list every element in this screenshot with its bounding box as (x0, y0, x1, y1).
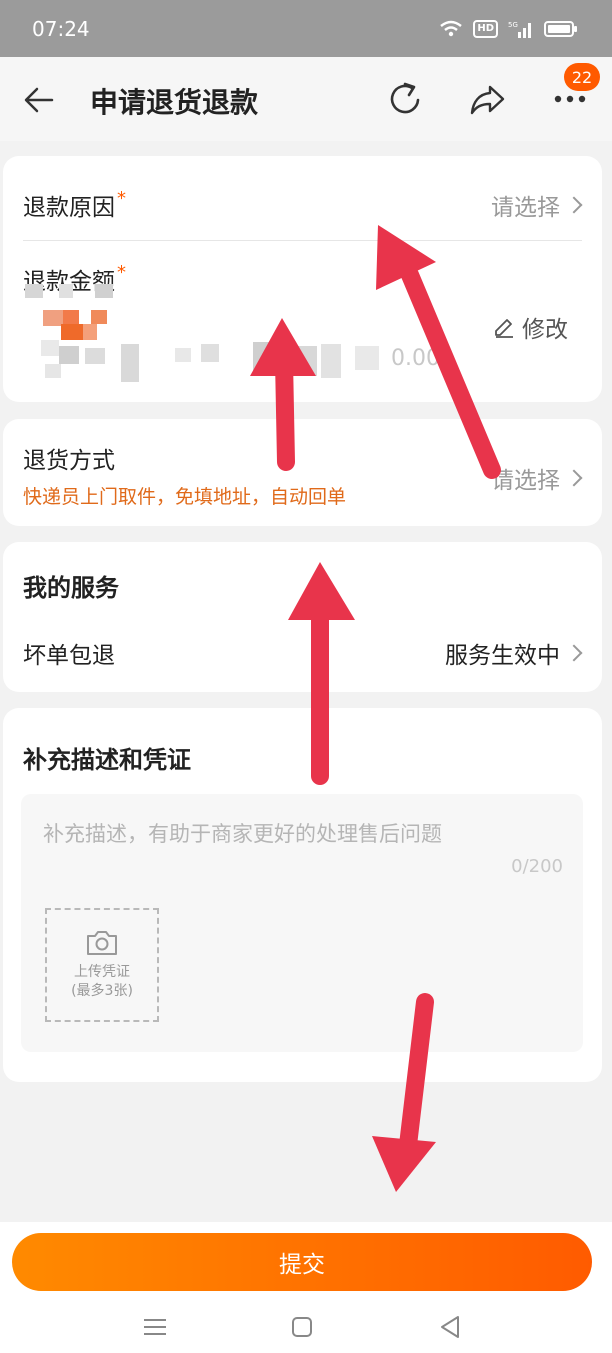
upload-proof-button[interactable]: 上传凭证 (最多3张) (45, 908, 159, 1022)
return-method-value: 请选择 (491, 468, 560, 494)
home-icon[interactable] (287, 1312, 317, 1342)
upload-proof-label: 上传凭证 (74, 964, 130, 980)
back-arrow-icon[interactable] (22, 83, 56, 117)
chevron-right-icon (565, 196, 583, 214)
hd-icon: HD (473, 19, 498, 38)
return-method-label: 退货方式 (23, 448, 115, 474)
system-nav-bar (0, 1300, 612, 1353)
chevron-right-icon (565, 644, 583, 662)
edit-amount-label: 修改 (522, 317, 568, 343)
my-service-card: 我的服务 坏单包退 服务生效中 (3, 542, 602, 692)
description-placeholder: 补充描述，有助于商家更好的处理售后问题 (43, 822, 442, 846)
message-count-badge: 22 (564, 63, 600, 91)
service-item-value: 服务生效中 (445, 643, 560, 669)
refund-amount-value: 0.00 (391, 346, 440, 371)
return-method-select[interactable]: 请选择 (491, 461, 583, 495)
status-icons: HD 5G (439, 19, 578, 38)
description-card: 补充描述和凭证 补充描述，有助于商家更好的处理售后问题 0/200 上传凭证 (… (3, 708, 602, 1082)
wifi-icon (440, 20, 463, 36)
edit-icon (495, 319, 513, 338)
back-triangle-icon[interactable] (436, 1312, 466, 1342)
menu-icon[interactable] (140, 1312, 170, 1342)
my-service-title: 我的服务 (23, 574, 119, 602)
signal-icon: 5G (508, 21, 531, 38)
upload-limit-label: (最多3张) (71, 983, 133, 999)
description-textarea[interactable]: 补充描述，有助于商家更好的处理售后问题 0/200 上传凭证 (最多3张) (21, 794, 583, 1052)
edit-amount-button[interactable]: 修改 (492, 310, 568, 344)
return-method-hint: 快递员上门取件，免填地址，自动回单 (23, 486, 347, 508)
submit-bar: 提交 (0, 1222, 612, 1300)
top-nav-bar: 申请退货退款 22 (0, 57, 612, 141)
description-title: 补充描述和凭证 (23, 746, 191, 774)
divider (23, 240, 582, 241)
chevron-right-icon (565, 469, 583, 487)
submit-button[interactable]: 提交 (12, 1233, 592, 1291)
refresh-icon[interactable] (385, 79, 425, 119)
camera-icon (87, 931, 117, 955)
status-time: 07:24 (32, 16, 90, 41)
service-item-status[interactable]: 服务生效中 (445, 636, 583, 670)
submit-button-label: 提交 (279, 1252, 325, 1278)
service-item-label: 坏单包退 (23, 643, 115, 669)
refund-reason-select[interactable]: 请选择 (491, 188, 583, 222)
page-title: 申请退货退款 (90, 86, 259, 119)
return-method-card[interactable]: 退货方式 快递员上门取件，免填地址，自动回单 请选择 (3, 419, 602, 526)
obscured-amount-area (25, 284, 379, 382)
battery-icon (544, 20, 577, 37)
share-icon[interactable] (468, 79, 508, 119)
svg-text:5G: 5G (508, 21, 518, 29)
refund-info-card: 退款原因 * 请选择 退款金额 * 0.00 修改 (3, 156, 602, 402)
character-counter: 0/200 (511, 856, 563, 877)
refund-reason-label: 退款原因 * (23, 188, 126, 221)
refund-reason-value: 请选择 (491, 195, 560, 221)
status-bar: 07:24 HD 5G (0, 0, 612, 57)
